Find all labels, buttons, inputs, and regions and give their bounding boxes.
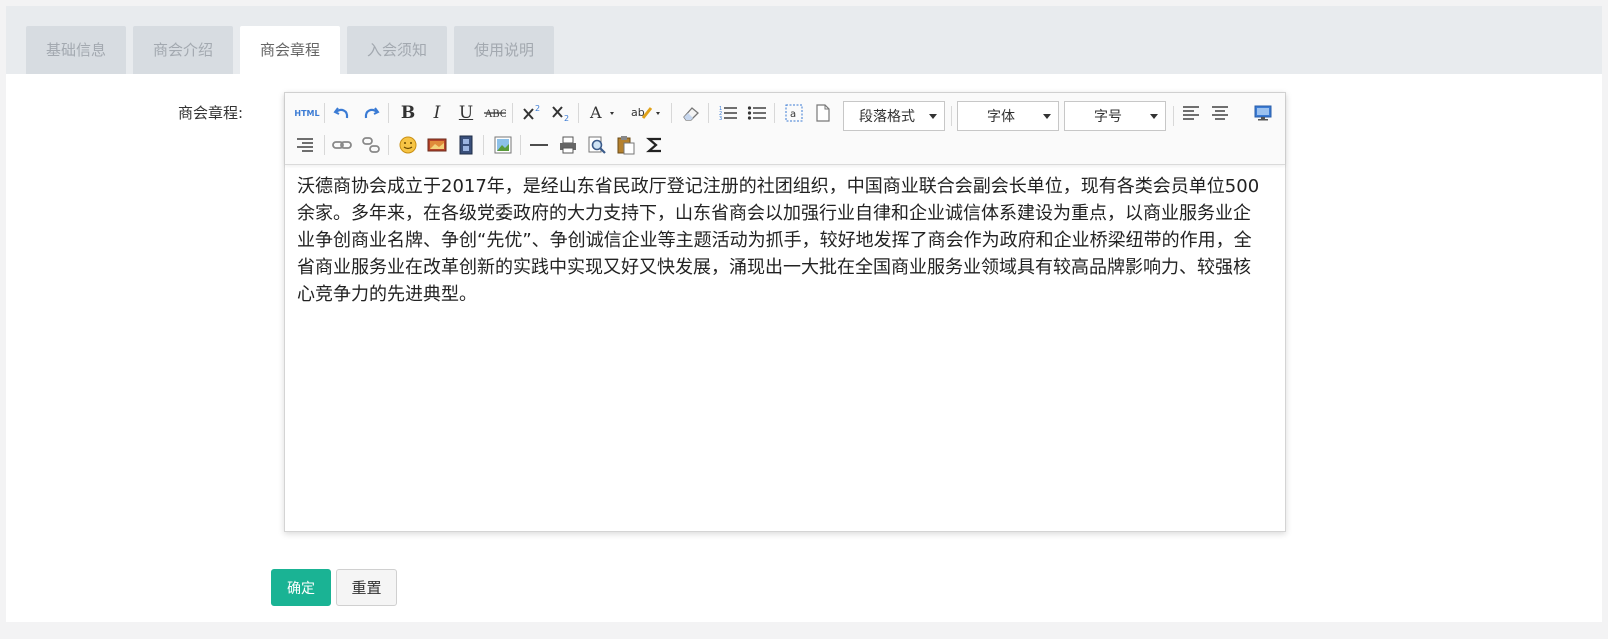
underline-icon[interactable]: U (454, 101, 478, 125)
toolbar-separator (483, 135, 484, 155)
toolbar-separator (388, 103, 389, 123)
svg-text:A: A (589, 104, 602, 122)
insert-picture-icon[interactable] (491, 133, 515, 157)
highlight-color-icon[interactable]: ab (628, 101, 666, 125)
fullscreen-icon[interactable] (1251, 101, 1275, 125)
svg-text:a: a (790, 109, 796, 120)
paragraph-format-label: 段落格式 (859, 109, 915, 125)
toolbar-separator (578, 103, 579, 123)
toolbar-separator (512, 103, 513, 123)
svg-text:ABC: ABC (484, 109, 506, 120)
toolbar-separator (708, 103, 709, 123)
superscript-icon[interactable]: 2 (520, 101, 544, 125)
bold-icon[interactable]: B (396, 101, 420, 125)
font-color-icon[interactable]: A (586, 101, 622, 125)
editor-content[interactable]: 沃德商协会成立于2017年，是经山东省民政厅登记注册的社团组织，中国商业联合会副… (297, 173, 1265, 308)
tab-chamber-intro[interactable]: 商会介绍 (133, 26, 233, 74)
emoticon-icon[interactable] (396, 133, 420, 157)
tab-usage-guide[interactable]: 使用说明 (454, 26, 554, 74)
horizontal-rule-icon[interactable] (527, 133, 551, 157)
strikethrough-icon[interactable]: ABC (483, 101, 507, 125)
link-icon[interactable] (330, 133, 354, 157)
print-icon[interactable] (556, 133, 580, 157)
redo-icon[interactable] (359, 101, 383, 125)
chevron-down-icon (929, 114, 937, 119)
tab-chamber-charter[interactable]: 商会章程 (240, 26, 340, 74)
confirm-button[interactable]: 确定 (271, 569, 331, 606)
chevron-down-icon (1150, 114, 1158, 119)
paste-icon[interactable] (614, 133, 638, 157)
reset-button[interactable]: 重置 (336, 569, 397, 606)
toolbar-separator (671, 103, 672, 123)
editor-toolbar: HTML B I U ABC 2 2 A ab 1 2 3 a 段落格式 字体 … (285, 93, 1285, 165)
html-source-label: HTML (294, 108, 320, 118)
unlink-icon[interactable] (359, 133, 383, 157)
tab-basic-info[interactable]: 基础信息 (26, 26, 126, 74)
toolbar-separator (774, 103, 775, 123)
page-shell: 基础信息 商会介绍 商会章程 入会须知 使用说明 商会章程: HTML B I … (6, 6, 1602, 622)
tab-membership-notice[interactable]: 入会须知 (347, 26, 447, 74)
font-family-label: 字体 (987, 109, 1015, 125)
html-source-icon[interactable]: HTML (293, 101, 321, 125)
font-family-select[interactable]: 字体 (957, 101, 1059, 131)
anchor-icon[interactable]: a (782, 101, 806, 125)
subscript-icon[interactable]: 2 (549, 101, 573, 125)
page-break-icon[interactable] (811, 101, 835, 125)
toolbar-separator (388, 135, 389, 155)
toolbar-separator (520, 135, 521, 155)
toolbar-separator (324, 103, 325, 123)
align-right-icon[interactable] (293, 133, 317, 157)
charter-field-label: 商会章程: (178, 104, 244, 122)
italic-icon[interactable]: I (425, 101, 449, 125)
align-left-icon[interactable] (1179, 101, 1203, 125)
video-icon[interactable] (454, 133, 478, 157)
eraser-icon[interactable] (679, 101, 703, 125)
preview-icon[interactable] (585, 133, 609, 157)
svg-text:3: 3 (719, 116, 722, 122)
image-icon[interactable] (425, 133, 449, 157)
formula-icon[interactable] (643, 133, 667, 157)
toolbar-separator (1173, 106, 1174, 126)
unordered-list-icon[interactable] (745, 101, 769, 125)
ordered-list-icon[interactable]: 123 (716, 101, 740, 125)
font-size-select[interactable]: 字号 (1064, 101, 1166, 131)
font-size-label: 字号 (1094, 109, 1122, 125)
svg-text:2: 2 (535, 104, 540, 113)
chevron-down-icon (1043, 114, 1051, 119)
align-center-icon[interactable] (1208, 101, 1232, 125)
toolbar-separator (951, 106, 952, 126)
toolbar-separator (324, 135, 325, 155)
paragraph-format-select[interactable]: 段落格式 (843, 101, 945, 131)
svg-text:2: 2 (564, 114, 569, 122)
undo-icon[interactable] (330, 101, 354, 125)
tab-bar: 基础信息 商会介绍 商会章程 入会须知 使用说明 (6, 6, 1602, 74)
rich-text-editor: HTML B I U ABC 2 2 A ab 1 2 3 a 段落格式 字体 … (284, 92, 1286, 532)
